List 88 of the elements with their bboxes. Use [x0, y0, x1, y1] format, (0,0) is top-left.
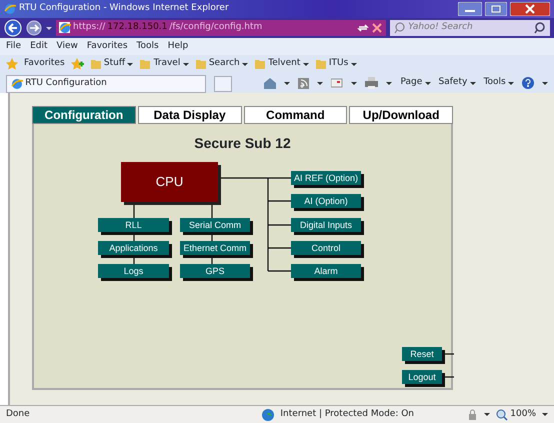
- module-button[interactable]: Ethernet Comm: [180, 241, 250, 255]
- caret-icon: [317, 82, 324, 84]
- window-title: RTU Configuration - Windows Internet Explorer: [19, 2, 230, 16]
- stop-button[interactable]: [371, 22, 383, 34]
- browser-tab[interactable]: RTU Configuration: [6, 75, 206, 93]
- nav-tab[interactable]: Data Display: [138, 106, 242, 124]
- folder-icon: [194, 58, 207, 70]
- status-text: Done: [6, 408, 31, 421]
- lock-icon[interactable]: [466, 408, 478, 420]
- caret-icon: [127, 62, 134, 66]
- menu-item[interactable]: Edit: [30, 40, 48, 54]
- module-button[interactable]: Serial Comm: [180, 218, 250, 232]
- caret-icon: [542, 82, 548, 84]
- favorites-folder[interactable]: Travel: [139, 57, 189, 71]
- zoom-control[interactable]: 100%: [496, 408, 536, 422]
- module-button[interactable]: AI REF (Option): [291, 171, 361, 185]
- caret-icon: [386, 82, 392, 84]
- toolbar-menu[interactable]: Page: [400, 76, 431, 90]
- caret-icon: [302, 62, 309, 66]
- search-icon: [394, 22, 406, 34]
- caret-icon: [242, 62, 248, 66]
- caret-icon: [508, 82, 514, 84]
- folder-icon: [139, 58, 152, 70]
- address-field[interactable]: https:// 172.18.150.1 /fs/config/config.htm: [56, 20, 386, 36]
- nav-tab[interactable]: Up/Download: [349, 106, 453, 124]
- action-button[interactable]: Reset: [402, 347, 442, 361]
- new-tab-button[interactable]: [214, 76, 232, 92]
- url-host: 172.18.150.1: [107, 21, 168, 34]
- page-icon: [59, 22, 71, 34]
- security-zone: Internet | Protected Mode: On: [280, 408, 414, 421]
- star-icon: [6, 58, 18, 70]
- menu-item[interactable]: Help: [168, 40, 188, 54]
- refresh-button[interactable]: [357, 22, 369, 34]
- help-icon[interactable]: [522, 77, 534, 89]
- close-button[interactable]: [510, 2, 550, 16]
- module-button[interactable]: Digital Inputs: [291, 218, 361, 232]
- restore-button[interactable]: [485, 2, 507, 16]
- caret-icon: [542, 413, 548, 416]
- cpu-block[interactable]: CPU: [121, 162, 218, 202]
- module-button[interactable]: RLL: [98, 218, 169, 232]
- caret-icon: [182, 62, 189, 66]
- nav-tab[interactable]: Command: [244, 106, 348, 124]
- folder-icon: [90, 58, 102, 70]
- minimize-button[interactable]: [458, 2, 482, 16]
- add-favorite-icon[interactable]: [70, 58, 84, 70]
- forward-button[interactable]: [26, 20, 42, 36]
- mail-icon[interactable]: [331, 78, 344, 88]
- search-button[interactable]: [534, 22, 546, 34]
- module-button[interactable]: Logs: [98, 264, 169, 278]
- back-button[interactable]: [4, 19, 22, 37]
- folder-icon: [254, 58, 266, 70]
- menu-item[interactable]: View: [56, 40, 78, 54]
- url-path: /fs/config/config.htm: [169, 21, 264, 34]
- search-placeholder: Yahoo! Search: [408, 21, 474, 34]
- favorites-folder[interactable]: Stuff: [90, 57, 134, 71]
- feed-icon[interactable]: [298, 78, 310, 88]
- favorites-folder[interactable]: ITUs: [314, 57, 357, 71]
- action-button[interactable]: Logout: [402, 370, 442, 384]
- caret-icon: [350, 62, 357, 66]
- module-button[interactable]: Alarm: [291, 264, 361, 278]
- favorites-folder[interactable]: Search: [194, 57, 248, 71]
- globe-icon: [262, 408, 274, 420]
- module-button[interactable]: Control: [291, 241, 361, 255]
- toolbar-menu[interactable]: Safety: [438, 76, 476, 90]
- folder-icon: [314, 58, 327, 70]
- url-scheme: https://: [73, 21, 106, 34]
- caret-icon: [484, 413, 490, 416]
- home-icon[interactable]: [263, 77, 276, 89]
- nav-tab[interactable]: Configuration: [32, 106, 136, 124]
- menu-item[interactable]: Favorites: [86, 40, 128, 54]
- favorites-folder[interactable]: Telvent: [254, 57, 309, 71]
- module-button[interactable]: AI (Option): [291, 194, 361, 208]
- caret-icon: [470, 82, 476, 84]
- printer-icon[interactable]: [365, 77, 378, 89]
- favorites-button[interactable]: Favorites: [24, 57, 65, 71]
- caret-icon: [351, 82, 358, 84]
- caret-icon: [284, 82, 290, 84]
- magnifier-icon: [496, 408, 508, 420]
- page-heading: Secure Sub 12: [194, 135, 291, 151]
- toolbar-menu[interactable]: Tools: [484, 76, 514, 90]
- menu-item[interactable]: Tools: [136, 40, 159, 54]
- ie-logo-icon: [11, 78, 23, 90]
- caret-icon[interactable]: [46, 26, 52, 30]
- caret-icon: [424, 82, 431, 84]
- module-button[interactable]: Applications: [98, 241, 169, 255]
- menu-item[interactable]: File: [6, 40, 22, 54]
- module-button[interactable]: GPS: [180, 264, 250, 278]
- ie-logo-icon: [4, 3, 16, 15]
